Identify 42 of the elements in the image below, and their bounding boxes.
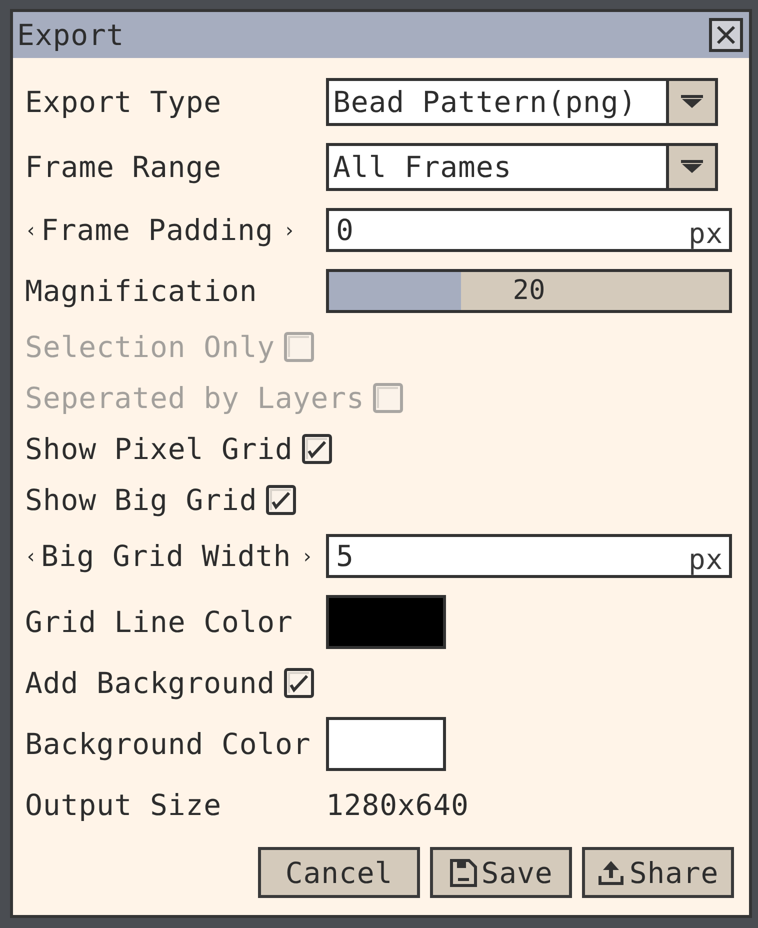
unit-label: px bbox=[688, 545, 723, 575]
slider-value: 20 bbox=[512, 276, 546, 306]
field-label: Big Grid Width bbox=[41, 539, 292, 573]
field-label: Seperated by Layers bbox=[25, 381, 364, 415]
close-button[interactable] bbox=[709, 18, 743, 52]
dropdown-arrow-button[interactable] bbox=[666, 78, 718, 126]
color-swatch[interactable] bbox=[326, 595, 446, 649]
unit-label: px bbox=[688, 219, 723, 249]
field-label: Background Color bbox=[25, 727, 311, 761]
field-label: Add Background bbox=[25, 666, 276, 700]
dropdown-field[interactable]: Bead Pattern(png) bbox=[326, 78, 666, 126]
caret-down-icon bbox=[680, 95, 704, 109]
field-label: Magnification bbox=[25, 274, 258, 308]
right-chevron: › bbox=[283, 217, 296, 244]
caret-down-icon bbox=[680, 160, 704, 174]
slider-track[interactable]: 20 bbox=[326, 269, 732, 313]
left-chevron: ‹ bbox=[25, 217, 38, 244]
dropdown-field[interactable]: All Frames bbox=[326, 143, 666, 191]
share-button[interactable]: Share bbox=[582, 847, 734, 898]
number-field[interactable]: 0 px bbox=[326, 208, 732, 252]
checkbox[interactable] bbox=[302, 434, 332, 464]
field-label: Grid Line Color bbox=[25, 605, 293, 639]
field-label: Show Big Grid bbox=[25, 483, 258, 517]
window-title: Export bbox=[17, 18, 124, 52]
field-label: Selection Only bbox=[25, 330, 276, 364]
checkbox[interactable] bbox=[284, 668, 314, 698]
left-chevron: ‹ bbox=[25, 543, 38, 570]
save-button[interactable]: Save bbox=[430, 847, 572, 898]
dropdown-arrow-button[interactable] bbox=[666, 143, 718, 191]
color-swatch[interactable] bbox=[326, 717, 446, 771]
checkbox[interactable] bbox=[266, 485, 296, 515]
number-field[interactable]: 5 px bbox=[326, 534, 732, 578]
field-label: Show Pixel Grid bbox=[25, 432, 293, 466]
field-label: Export Type bbox=[25, 85, 222, 119]
cancel-button[interactable]: Cancel bbox=[258, 847, 420, 898]
slider-fill[interactable] bbox=[329, 272, 461, 310]
field-label: Frame Range bbox=[25, 150, 222, 184]
close-icon bbox=[716, 25, 736, 45]
field-label: Frame Padding bbox=[41, 213, 274, 247]
value-text: 1280x640 bbox=[326, 788, 469, 822]
field-label: Output Size bbox=[25, 788, 222, 822]
right-chevron: › bbox=[301, 543, 314, 570]
